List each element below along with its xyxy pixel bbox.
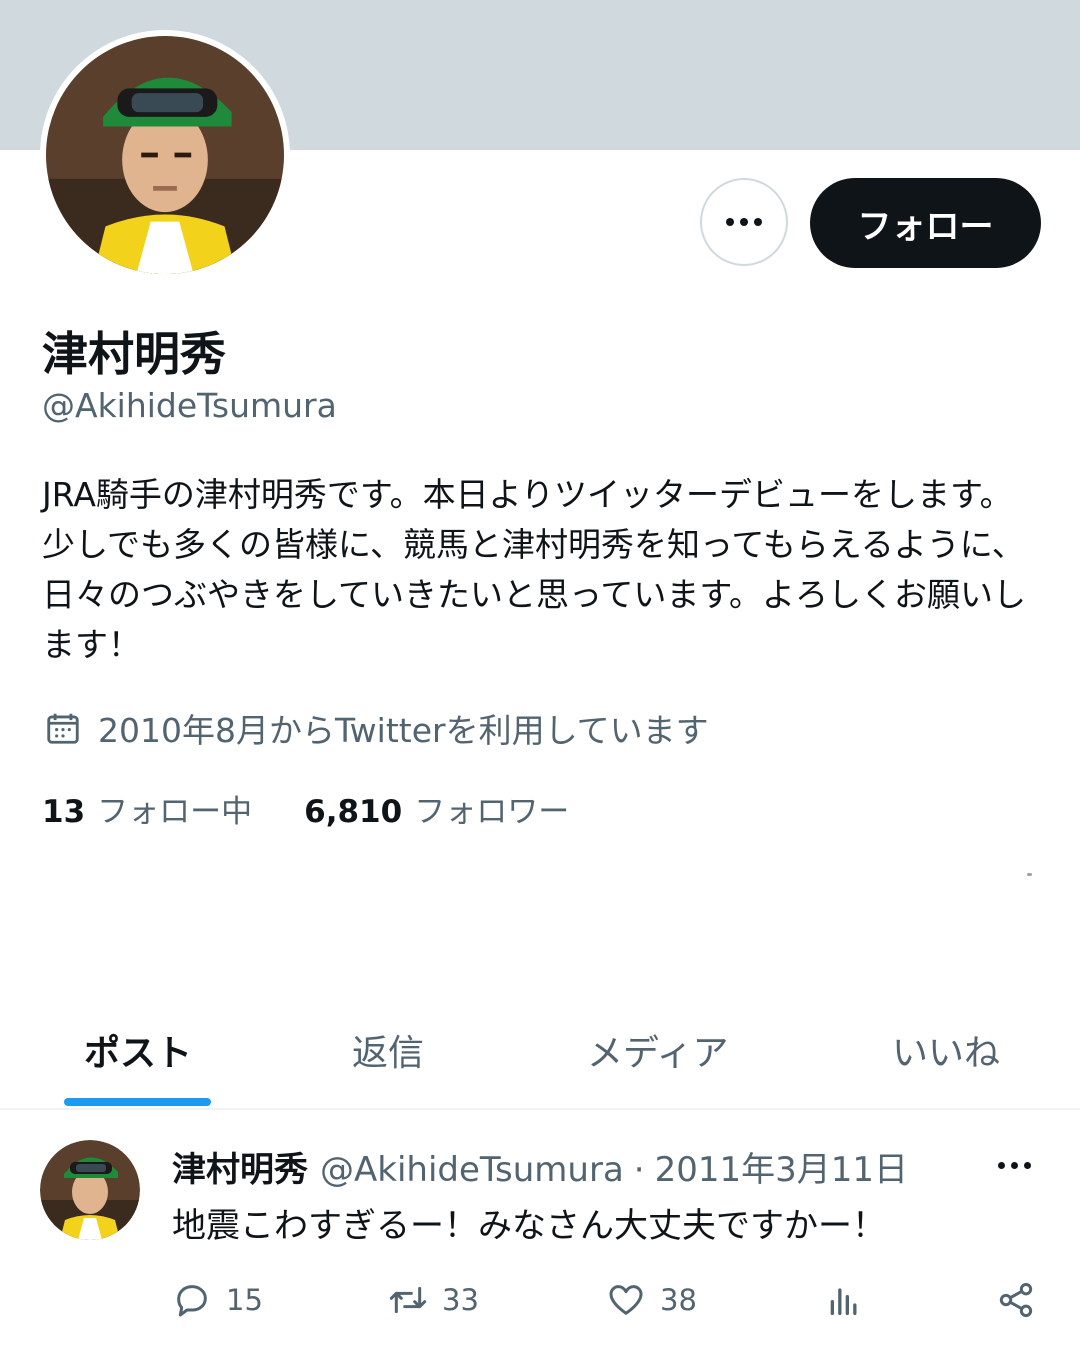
- post-more-button[interactable]: [998, 1162, 1031, 1169]
- post-text: 地震こわすぎるー！みなさん大丈夫ですかー！: [172, 1206, 886, 1246]
- profile-handle: @AkihideTsumura: [42, 386, 337, 425]
- following-link[interactable]: 13 フォロー中: [42, 786, 252, 831]
- calendar-icon: [47, 713, 79, 744]
- profile-avatar[interactable]: [40, 30, 290, 280]
- repost-icon: [389, 1286, 427, 1314]
- reply-button[interactable]: 15: [172, 1280, 263, 1320]
- more-dots-icon: [726, 218, 762, 226]
- follow-stats: 13 フォロー中 6,810 フォロワー: [42, 786, 621, 831]
- tab-likes[interactable]: いいね: [892, 1024, 1000, 1076]
- reply-count: 15: [226, 1283, 263, 1317]
- followers-count: 6,810: [304, 794, 403, 830]
- like-count: 38: [660, 1283, 697, 1317]
- views-button[interactable]: [824, 1280, 878, 1320]
- repost-button[interactable]: 33: [388, 1280, 479, 1320]
- post-separator: ·: [633, 1150, 645, 1190]
- repost-count: 33: [442, 1283, 479, 1317]
- like-icon: [609, 1285, 643, 1315]
- joined-text: 2010年8月からTwitterを利用しています: [98, 711, 709, 750]
- more-dots-icon: [998, 1162, 1031, 1169]
- tab-posts[interactable]: ポスト: [84, 1024, 192, 1076]
- following-label: フォロー中: [97, 794, 253, 830]
- profile-bio: JRA騎手の津村明秀です。本日よりツイッターデビューをします。少しでも多くの皆様…: [42, 475, 1027, 664]
- post-actions: 15 33 38: [172, 1280, 1042, 1324]
- joined-date: 2010年8月からTwitterを利用しています: [44, 704, 709, 752]
- profile-tabs: ポスト 返信 メディア いいね: [0, 1010, 1080, 1110]
- post-item[interactable]: 津村明秀 @AkihideTsumura · 2011年3月11日 地震こわすぎ…: [0, 1112, 1080, 1349]
- following-count: 13: [42, 794, 86, 830]
- speck: [1027, 873, 1032, 876]
- like-button[interactable]: 38: [606, 1280, 697, 1320]
- active-tab-indicator: [64, 1098, 211, 1106]
- views-icon: [830, 1288, 857, 1315]
- share-icon: [999, 1283, 1033, 1317]
- follow-button[interactable]: フォロー: [810, 178, 1041, 268]
- post-author-handle[interactable]: @AkihideTsumura: [320, 1150, 624, 1190]
- post-avatar[interactable]: [40, 1140, 140, 1240]
- more-options-button[interactable]: [700, 178, 788, 266]
- followers-link[interactable]: 6,810 フォロワー: [304, 786, 569, 831]
- avatar-photo: [46, 36, 284, 274]
- tab-replies[interactable]: 返信: [352, 1024, 424, 1076]
- tab-media[interactable]: メディア: [587, 1024, 728, 1076]
- followers-label: フォロワー: [414, 794, 570, 830]
- avatar-photo: [40, 1140, 140, 1240]
- reply-icon: [177, 1285, 207, 1317]
- post-header: 津村明秀 @AkihideTsumura · 2011年3月11日: [172, 1142, 908, 1191]
- profile-name: 津村明秀: [42, 327, 226, 381]
- post-author-name[interactable]: 津村明秀: [172, 1142, 308, 1191]
- post-date[interactable]: 2011年3月11日: [655, 1142, 908, 1191]
- share-button[interactable]: [996, 1280, 1050, 1320]
